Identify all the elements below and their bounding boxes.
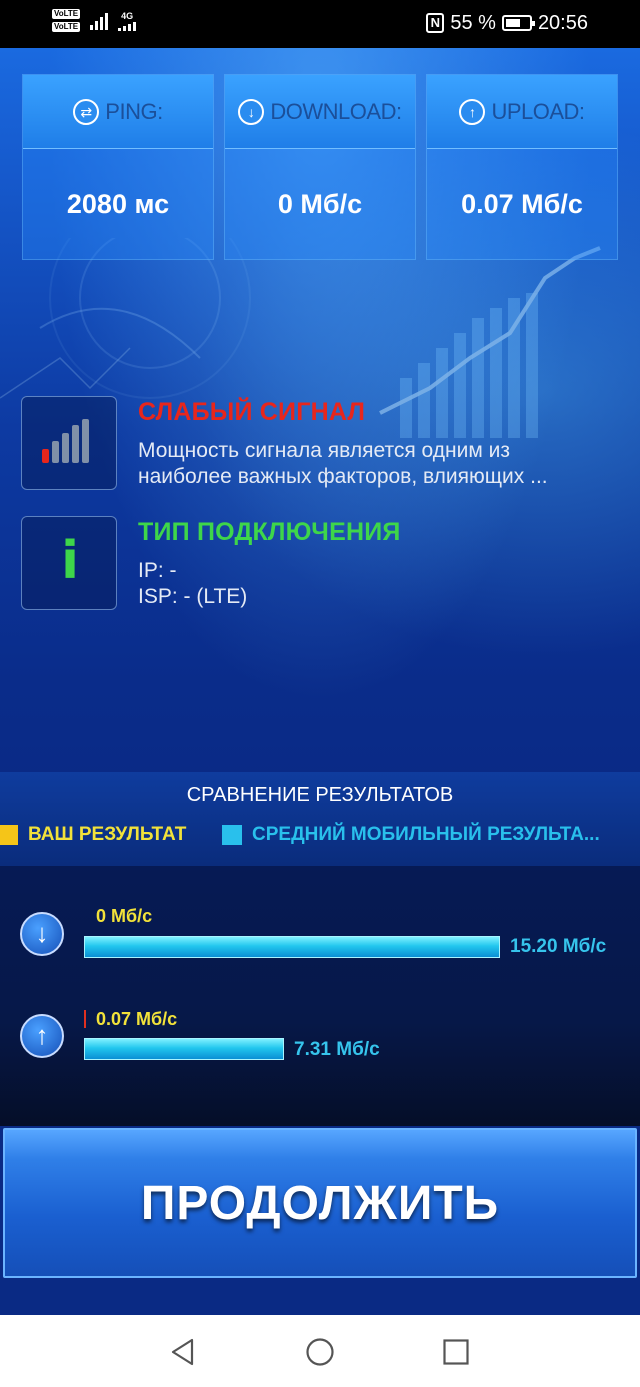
download-your-value: 0 Мб/с: [96, 906, 153, 926]
upload-tile: ↑ UPLOAD: 0.07 Мб/с: [426, 74, 618, 260]
signal-title: СЛАБЫЙ СИГНАЛ: [138, 398, 366, 426]
comparison-body: ↓ 0 Мб/с 15.20 Мб/с ↑ 0.07 Мб/с 7.31 Мб/…: [0, 866, 640, 1126]
app-screen: ⇄ PING: 2080 мс ↓ DOWNLOAD: 0 Мб/с ↑ UPL…: [0, 48, 640, 1315]
download-average-value: 15.20 Мб/с: [510, 936, 607, 957]
download-average-bar: [84, 936, 500, 958]
clock: 20:56: [537, 12, 588, 34]
upload-tile-header: ↑ UPLOAD:: [427, 75, 617, 149]
upload-icon: ↑: [459, 98, 486, 125]
connection-ip: IP: -: [138, 559, 177, 582]
ping-icon: ⇄: [73, 98, 100, 125]
upload-average-value: 7.31 Мб/с: [294, 1039, 380, 1060]
info-icon: i: [61, 531, 79, 591]
status-bar-right: N 55 % 20:56: [426, 10, 588, 36]
ping-tile: ⇄ PING: 2080 мс: [22, 74, 214, 260]
status-bar-left: VoLTE VoLTE 4G: [52, 9, 137, 32]
download-label: DOWNLOAD:: [270, 98, 402, 124]
upload-value: 0.07 Мб/с: [461, 188, 583, 219]
upload-average-bar: [84, 1038, 284, 1060]
download-compare-icon: ↓: [20, 912, 64, 956]
ping-label: PING:: [105, 98, 163, 124]
network-type: 4G: [118, 10, 137, 31]
upload-label: UPLOAD:: [491, 98, 585, 124]
ping-tile-header: ⇄ PING:: [23, 75, 213, 149]
upload-your-value: 0.07 Мб/с: [96, 1009, 178, 1029]
home-icon[interactable]: [305, 1337, 335, 1367]
comparison-header: СРАВНЕНИЕ РЕЗУЛЬТАТОВ ВАШ РЕЗУЛЬТАТ СРЕД…: [0, 772, 640, 866]
download-value: 0 Мб/с: [277, 188, 363, 219]
download-icon: ↓: [238, 98, 265, 125]
legend-yours: ВАШ РЕЗУЛЬТАТ: [0, 824, 186, 846]
legend-yours-label: ВАШ РЕЗУЛЬТАТ: [28, 824, 187, 845]
signal-strength-icon: [42, 419, 89, 463]
ping-value: 2080 мс: [66, 188, 170, 219]
comparison-title: СРАВНЕНИЕ РЕЗУЛЬТАТОВ: [186, 784, 454, 806]
connection-isp: ISP: - (LTE): [138, 585, 248, 608]
volte-sim2-icon: VoLTE: [52, 22, 81, 32]
legend-avg-swatch: [222, 825, 242, 845]
recents-icon[interactable]: [441, 1337, 471, 1367]
connection-title: ТИП ПОДКЛЮЧЕНИЯ: [138, 518, 401, 546]
nfc-icon: N: [426, 13, 445, 33]
back-icon[interactable]: [168, 1337, 198, 1367]
legend-yours-swatch: [0, 825, 18, 845]
network-type-label: 4G: [121, 10, 134, 21]
signal-description-line2: наиболее важных факторов, влияющих ...: [138, 465, 548, 488]
signal-sim1-icon: [90, 12, 109, 30]
battery-icon: [501, 15, 535, 31]
download-tile-header: ↓ DOWNLOAD:: [225, 75, 415, 149]
volte-indicators: VoLTE VoLTE: [52, 9, 81, 32]
continue-button[interactable]: ПРОДОЛЖИТЬ: [3, 1128, 637, 1278]
system-nav-bar: [0, 1315, 640, 1387]
signal-sim2-icon: [118, 21, 137, 31]
download-tile: ↓ DOWNLOAD: 0 Мб/с: [224, 74, 416, 260]
continue-button-label: ПРОДОЛЖИТЬ: [140, 1176, 500, 1230]
status-bar: VoLTE VoLTE 4G N 55 % 20:56: [0, 0, 640, 48]
upload-compare-icon: ↑: [20, 1014, 64, 1058]
legend-avg-label: СРЕДНИЙ МОБИЛЬНЫЙ РЕЗУЛЬТА...: [252, 824, 600, 845]
legend-avg: СРЕДНИЙ МОБИЛЬНЫЙ РЕЗУЛЬТА...: [222, 824, 600, 846]
signal-description-line1: Мощность сигнала является одним из: [138, 439, 510, 462]
volte-sim1-icon: VoLTE: [52, 9, 81, 19]
battery-percent: 55 %: [450, 12, 496, 34]
signal-info-box[interactable]: [21, 396, 117, 490]
connection-info-box[interactable]: i: [21, 516, 117, 610]
upload-your-marker: [84, 1010, 86, 1028]
